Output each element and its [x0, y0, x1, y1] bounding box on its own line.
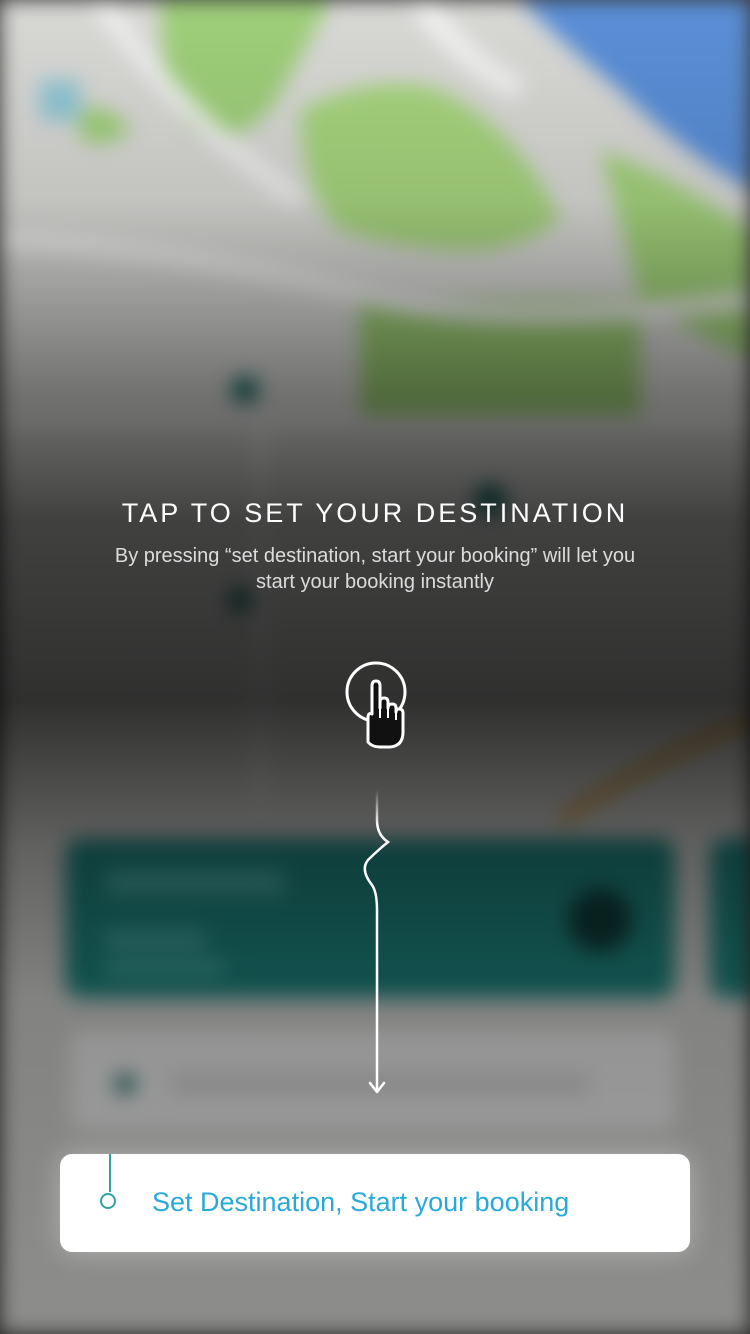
tap-hand-icon: [345, 661, 407, 749]
coachmark-overlay: TAP TO SET YOUR DESTINATION By pressing …: [0, 0, 750, 1334]
set-destination-button[interactable]: Set Destination, Start your booking: [60, 1154, 690, 1252]
coach-title: TAP TO SET YOUR DESTINATION: [121, 498, 629, 528]
set-destination-label: Set Destination, Start your booking: [152, 1187, 570, 1217]
coach-description: By pressing “set destination, start your…: [114, 545, 636, 593]
route-line: [109, 1154, 111, 1192]
origin-ring-icon: [100, 1193, 116, 1209]
down-arrow-icon: [363, 790, 391, 1094]
onboarding-screen: TAP TO SET YOUR DESTINATION By pressing …: [0, 0, 750, 1334]
